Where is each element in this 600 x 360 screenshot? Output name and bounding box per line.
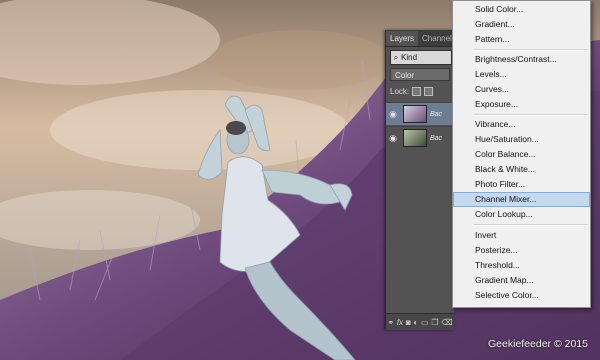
new-layer-icon[interactable]: ❐ bbox=[431, 318, 438, 327]
menu-item-exposure[interactable]: Exposure... bbox=[453, 97, 590, 112]
menu-item-channel-mixer[interactable]: Channel Mixer... bbox=[453, 192, 590, 207]
menu-separator bbox=[473, 114, 588, 116]
menu-item-solid-color[interactable]: Solid Color... bbox=[453, 2, 590, 17]
menu-item-color-lookup[interactable]: Color Lookup... bbox=[453, 207, 590, 222]
layer-thumbnail bbox=[403, 129, 427, 147]
watermark: Geekiefeeder © 2015 bbox=[488, 338, 588, 350]
menu-item-gradient[interactable]: Gradient... bbox=[453, 17, 590, 32]
menu-item-brightness-contrast[interactable]: Brightness/Contrast... bbox=[453, 52, 590, 67]
menu-item-selective-color[interactable]: Selective Color... bbox=[453, 288, 590, 303]
menu-separator bbox=[473, 224, 588, 226]
menu-item-threshold[interactable]: Threshold... bbox=[453, 258, 590, 273]
layers-panel-toolbar: ⚭ fx ◙ ◐ ▭ ❐ ⌫ bbox=[386, 313, 454, 330]
menu-separator bbox=[473, 49, 588, 51]
kind-filter-dropdown[interactable]: ⌕ Kind bbox=[390, 50, 452, 65]
menu-item-hue-saturation[interactable]: Hue/Saturation... bbox=[453, 132, 590, 147]
trash-icon[interactable]: ⌫ bbox=[441, 318, 452, 327]
kind-filter-label: Kind bbox=[401, 53, 418, 62]
menu-item-black-white[interactable]: Black & White... bbox=[453, 162, 590, 177]
eye-icon[interactable]: ◉ bbox=[386, 133, 400, 144]
menu-item-photo-filter[interactable]: Photo Filter... bbox=[453, 177, 590, 192]
menu-item-levels[interactable]: Levels... bbox=[453, 67, 590, 82]
layer-thumbnail bbox=[403, 105, 427, 123]
lock-label: Lock: bbox=[390, 87, 410, 96]
blend-mode-dropdown[interactable]: Color bbox=[390, 68, 450, 81]
adjustment-layer-menu: Solid Color... Gradient... Pattern... Br… bbox=[452, 0, 591, 308]
layer-name: Bac bbox=[430, 110, 443, 118]
layer-row[interactable]: ◉ Bac bbox=[386, 102, 454, 125]
mask-icon[interactable]: ◙ bbox=[406, 318, 411, 327]
tab-layers[interactable]: Layers bbox=[386, 31, 419, 46]
folder-icon[interactable]: ▭ bbox=[421, 318, 429, 327]
menu-item-invert[interactable]: Invert bbox=[453, 228, 590, 243]
layer-name: Bac bbox=[430, 134, 443, 142]
search-icon: ⌕ bbox=[393, 52, 399, 62]
lock-row: Lock: bbox=[390, 87, 434, 96]
adjustment-icon[interactable]: ◐ bbox=[413, 318, 418, 327]
menu-item-color-balance[interactable]: Color Balance... bbox=[453, 147, 590, 162]
link-icon[interactable]: ⚭ bbox=[387, 318, 394, 327]
lock-pixels-icon[interactable] bbox=[424, 87, 434, 96]
lock-transparent-icon[interactable] bbox=[412, 87, 422, 96]
menu-item-pattern[interactable]: Pattern... bbox=[453, 32, 590, 47]
eye-icon[interactable]: ◉ bbox=[386, 109, 400, 120]
menu-item-vibrance[interactable]: Vibrance... bbox=[453, 117, 590, 132]
fx-icon[interactable]: fx bbox=[397, 318, 403, 327]
layer-row[interactable]: ◉ Bac bbox=[386, 126, 454, 149]
menu-item-gradient-map[interactable]: Gradient Map... bbox=[453, 273, 590, 288]
panel-tabs: Layers Channels bbox=[386, 30, 456, 47]
menu-item-curves[interactable]: Curves... bbox=[453, 82, 590, 97]
layers-panel: Layers Channels ⌕ Kind Color Lock: ◉ Bac… bbox=[385, 30, 456, 330]
menu-item-posterize[interactable]: Posterize... bbox=[453, 243, 590, 258]
